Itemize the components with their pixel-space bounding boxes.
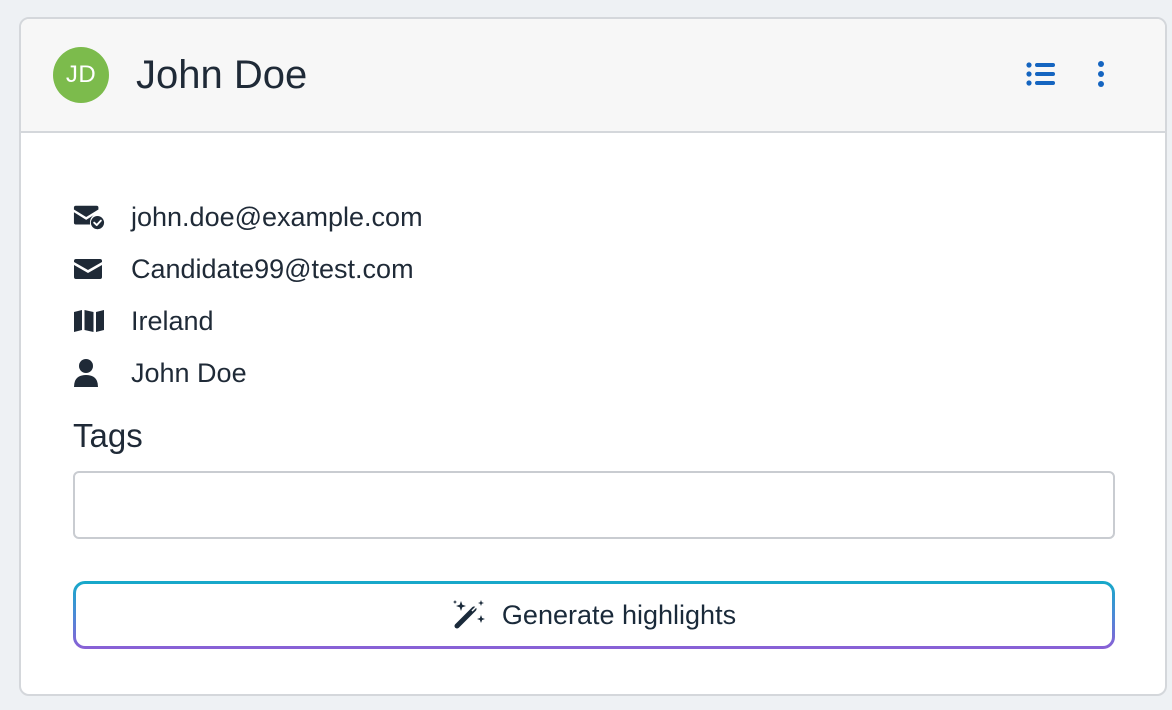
- contact-info-list: john.doe@example.com Candidate99@test.co…: [73, 191, 1113, 399]
- card-header: JD John Doe: [21, 19, 1165, 133]
- generate-highlights-border: Generate highlights: [73, 581, 1115, 649]
- magic-wand-icon: [452, 599, 486, 632]
- contact-item-text: Ireland: [131, 305, 214, 336]
- envelope-icon: [73, 253, 105, 285]
- contact-item-verified-email: john.doe@example.com: [73, 191, 1113, 243]
- generate-highlights-label: Generate highlights: [501, 599, 737, 630]
- avatar[interactable]: JD: [53, 47, 109, 103]
- generate-highlights-button[interactable]: Generate highlights: [76, 584, 1112, 646]
- user-icon: [73, 357, 105, 389]
- contact-item-text: Candidate99@test.com: [131, 253, 414, 284]
- map-icon: [73, 305, 105, 337]
- candidate-card: JD John Doe john.doe@example.com Candida…: [19, 17, 1167, 696]
- list-icon: [1026, 61, 1056, 90]
- envelope-check-icon: [73, 201, 105, 233]
- list-view-button[interactable]: [1025, 59, 1057, 91]
- contact-item-text: john.doe@example.com: [131, 201, 423, 232]
- contact-item-person: John Doe: [73, 347, 1113, 399]
- header-actions: [1025, 59, 1117, 91]
- vertical-ellipsis-icon: [1097, 60, 1105, 90]
- contact-item-location: Ireland: [73, 295, 1113, 347]
- more-options-button[interactable]: [1085, 59, 1117, 91]
- candidate-name: John Doe: [136, 52, 308, 97]
- tags-input[interactable]: [73, 471, 1115, 539]
- card-body: john.doe@example.com Candidate99@test.co…: [21, 133, 1165, 649]
- tags-label: Tags: [73, 417, 143, 454]
- contact-item-email: Candidate99@test.com: [73, 243, 1113, 295]
- contact-item-text: John Doe: [131, 357, 247, 388]
